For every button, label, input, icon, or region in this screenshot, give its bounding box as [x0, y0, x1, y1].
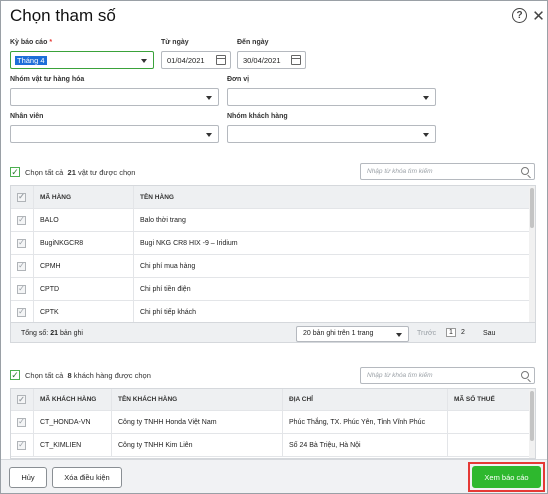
next-page-button[interactable]: Sau	[483, 330, 495, 337]
col-address: ĐỊA CHỈ	[283, 389, 448, 410]
from-date-input[interactable]: 01/04/2021	[161, 51, 231, 69]
customer-group-label: Nhóm khách hàng	[227, 113, 288, 120]
chevron-down-icon	[396, 333, 402, 337]
clear-conditions-button[interactable]: Xóa điều kiện	[52, 467, 122, 488]
cancel-button[interactable]: Hủy	[9, 467, 47, 488]
report-period-value: Tháng 4	[15, 56, 47, 65]
from-date-label: Từ ngày	[161, 39, 189, 46]
view-report-button[interactable]: Xem báo cáo	[472, 466, 541, 488]
row-checkbox[interactable]: ✓	[17, 261, 26, 271]
table-row[interactable]: ✓ BugiNKGCR8 Bugi NKG CR8 HIX -9 – Iridi…	[11, 232, 531, 255]
chevron-down-icon	[423, 133, 429, 137]
search-icon	[521, 371, 529, 379]
report-period-select[interactable]: Tháng 4	[10, 51, 154, 69]
item-group-label: Nhóm vật tư hàng hóa	[10, 76, 85, 83]
employee-label: Nhân viên	[10, 113, 44, 120]
select-all-items-checkbox[interactable]: ✓	[10, 167, 20, 177]
calendar-icon[interactable]	[291, 55, 301, 65]
customers-selected-summary: Chọn tất cả 8 khách hàng được chọn	[25, 371, 151, 380]
items-grid-header: ✓ MÃ HÀNG TÊN HÀNG	[11, 186, 531, 209]
items-pager: Tổng số: 21 bản ghi 20 bản ghi trên 1 tr…	[11, 322, 535, 342]
dialog-title: Chọn tham số	[10, 6, 116, 25]
table-row[interactable]: ✓ CT_KIMLIEN Công ty TNHH Kim Liên Số 24…	[11, 434, 531, 457]
row-checkbox[interactable]: ✓	[17, 417, 26, 427]
item-group-select[interactable]	[10, 88, 219, 106]
col-item-name: TÊN HÀNG	[140, 193, 174, 201]
header-checkbox[interactable]: ✓	[17, 192, 26, 202]
customers-grid-header: ✓ MÃ KHÁCH HÀNG TÊN KHÁCH HÀNG ĐỊA CHỈ M…	[11, 389, 531, 411]
col-customer-code: MÃ KHÁCH HÀNG	[34, 389, 112, 410]
items-search-input[interactable]: Nhập từ khóa tìm kiếm	[360, 163, 535, 180]
customers-search-input[interactable]: Nhập từ khóa tìm kiếm	[360, 367, 535, 384]
chevron-down-icon	[141, 59, 147, 63]
items-total: Tổng số: 21 bản ghi	[21, 330, 83, 337]
search-icon	[521, 167, 529, 175]
chevron-down-icon	[206, 96, 212, 100]
customers-scrollbar[interactable]	[529, 389, 535, 458]
row-checkbox[interactable]: ✓	[17, 307, 26, 317]
page-size-select[interactable]: 20 bản ghi trên 1 trang	[296, 326, 409, 342]
customers-grid: ✓ MÃ KHÁCH HÀNG TÊN KHÁCH HÀNG ĐỊA CHỈ M…	[10, 388, 536, 459]
to-date-input[interactable]: 30/04/2021	[237, 51, 306, 69]
row-checkbox[interactable]: ✓	[17, 238, 26, 248]
items-scrollbar[interactable]	[529, 186, 535, 322]
table-row[interactable]: ✓ CT_HONDA-VN Công ty TNHH Honda Việt Na…	[11, 411, 531, 434]
table-row[interactable]: ✓ CPTD Chi phí tiền điện	[11, 278, 531, 301]
calendar-icon[interactable]	[216, 55, 226, 65]
chevron-down-icon	[206, 133, 212, 137]
help-icon[interactable]: ?	[512, 8, 527, 23]
items-selected-summary: Chọn tất cả 21 vật tư được chọn	[25, 168, 136, 177]
table-row[interactable]: ✓ CPTK Chi phí tiếp khách	[11, 301, 531, 324]
report-period-label: Kỳ báo cáo *	[10, 39, 53, 46]
customer-group-select[interactable]	[227, 125, 436, 143]
col-tax-code: MÃ SỐ THUẾ	[454, 396, 495, 403]
row-checkbox[interactable]: ✓	[17, 440, 26, 450]
chevron-down-icon	[423, 96, 429, 100]
dialog-footer: Hủy Xóa điều kiện Xem báo cáo	[1, 459, 547, 493]
col-customer-name: TÊN KHÁCH HÀNG	[112, 389, 283, 410]
col-item-code: MÃ HÀNG	[34, 186, 134, 208]
row-checkbox[interactable]: ✓	[17, 284, 26, 294]
table-row[interactable]: ✓ CPMH Chi phí mua hàng	[11, 255, 531, 278]
table-row[interactable]: ✓ BALO Balo thời trang	[11, 209, 531, 232]
prev-page-button[interactable]: Trước	[417, 330, 436, 337]
unit-label: Đơn vị	[227, 76, 250, 83]
items-grid: ✓ MÃ HÀNG TÊN HÀNG ✓ BALO Balo thời tran…	[10, 185, 536, 343]
page-2-button[interactable]: 2	[461, 329, 465, 336]
unit-select[interactable]	[227, 88, 436, 106]
header-checkbox[interactable]: ✓	[17, 395, 26, 404]
close-icon[interactable]: ✕	[531, 8, 546, 25]
choose-parameters-dialog: Chọn tham số ? ✕ Kỳ báo cáo * Tháng 4 Từ…	[0, 0, 548, 494]
select-all-customers-checkbox[interactable]: ✓	[10, 370, 20, 380]
page-1-button[interactable]: 1	[446, 328, 456, 337]
to-date-label: Đến ngày	[237, 39, 269, 46]
employee-select[interactable]	[10, 125, 219, 143]
row-checkbox[interactable]: ✓	[17, 215, 26, 225]
